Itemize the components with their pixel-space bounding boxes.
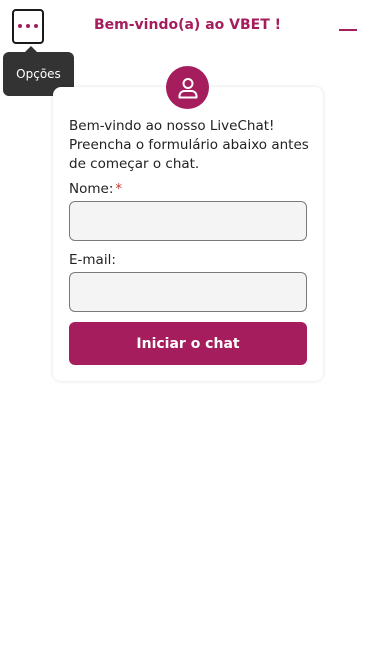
start-chat-button[interactable]: Iniciar o chat [69, 322, 307, 365]
tooltip-text: Opções [16, 67, 61, 81]
options-menu-button[interactable] [12, 9, 44, 44]
chat-title: Bem-vindo(a) ao VBET ! [93, 17, 282, 33]
name-field[interactable] [69, 201, 307, 241]
email-field[interactable] [69, 272, 307, 312]
email-label: E-mail: [69, 252, 116, 268]
welcome-message: Bem-vindo ao nosso LiveChat! Preencha o … [69, 118, 309, 172]
user-icon [166, 66, 209, 109]
required-asterisk: * [115, 181, 123, 197]
chat-header: Bem-vindo(a) ao VBET ! [0, 0, 375, 55]
more-horizontal-icon [18, 23, 38, 28]
name-label-text: Nome: [69, 181, 114, 197]
minimize-icon[interactable] [339, 29, 357, 31]
name-label: Nome: * [69, 181, 122, 197]
